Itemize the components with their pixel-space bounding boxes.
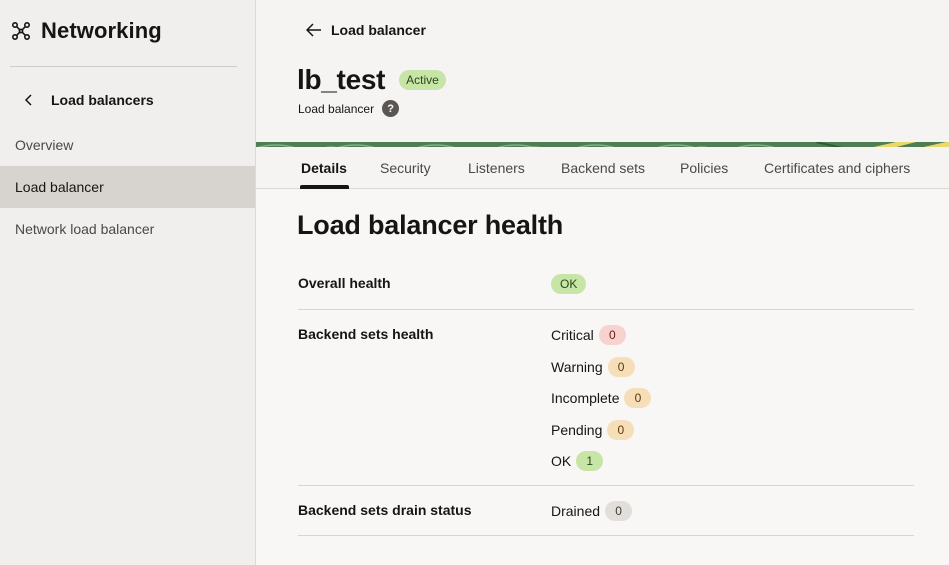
- drained-count-badge: 0: [605, 501, 633, 521]
- back-to-load-balancer-link[interactable]: Load balancer: [306, 22, 426, 38]
- health-item-critical: Critical 0: [551, 325, 626, 345]
- health-item-label: Pending: [551, 422, 603, 438]
- drain-status-label: Backend sets drain status: [298, 502, 472, 518]
- question-circle-icon[interactable]: ?: [382, 100, 400, 117]
- section-title: Load balancer health: [297, 210, 564, 240]
- critical-count-badge: 0: [598, 325, 626, 345]
- health-item-incomplete: Incomplete 0: [551, 388, 652, 408]
- overall-health-badge: OK: [551, 274, 587, 294]
- status-badge: Active: [399, 70, 446, 90]
- brand: Networking: [11, 18, 162, 44]
- row-divider: [298, 309, 914, 310]
- drain-status-value: Drained 0: [551, 501, 633, 521]
- pending-count-badge: 0: [607, 420, 635, 440]
- overall-health-label: Overall health: [298, 275, 391, 291]
- drain-item-label: Drained: [551, 503, 601, 519]
- tab-bar: Details Security Listeners Backend sets …: [256, 147, 949, 189]
- sidebar-item-network-load-balancer[interactable]: Network load balancer: [0, 208, 255, 250]
- backend-sets-health-label: Backend sets health: [298, 326, 434, 342]
- incomplete-count-badge: 0: [624, 388, 652, 408]
- health-item-label: Incomplete: [551, 390, 620, 406]
- sidebar-item-load-balancer[interactable]: Load balancer: [0, 166, 255, 208]
- health-item-label: Warning: [551, 359, 603, 375]
- chevron-left-icon: [24, 94, 32, 106]
- subtitle-row: Load balancer ?: [298, 100, 400, 117]
- tab-certificates-and-ciphers[interactable]: Certificates and ciphers: [764, 160, 910, 176]
- health-item-warning: Warning 0: [551, 357, 635, 377]
- health-item-pending: Pending 0: [551, 420, 635, 440]
- sidebar-divider: [10, 66, 237, 67]
- row-divider: [298, 485, 914, 486]
- page-title: lb_test: [297, 64, 386, 95]
- page-subtitle: Load balancer: [298, 101, 375, 116]
- sidebar-back-label: Load balancers: [51, 92, 154, 108]
- overall-health-value: OK: [551, 274, 587, 294]
- network-nodes-icon: [11, 21, 31, 41]
- health-item-label: OK: [551, 453, 572, 469]
- tab-details[interactable]: Details: [301, 160, 347, 176]
- title-row: lb_test Active: [297, 64, 446, 96]
- health-item-ok: OK 1: [551, 451, 604, 471]
- active-tab-indicator: [300, 185, 349, 189]
- tab-policies[interactable]: Policies: [680, 160, 728, 176]
- sidebar: Networking Load balancers Overview Load …: [0, 0, 256, 565]
- warning-count-badge: 0: [607, 357, 635, 377]
- health-item-label: Critical: [551, 327, 594, 343]
- sidebar-title: Networking: [41, 18, 162, 43]
- tab-listeners[interactable]: Listeners: [468, 160, 525, 176]
- arrow-left-icon: [306, 23, 321, 37]
- sidebar-back-link[interactable]: Load balancers: [22, 92, 154, 108]
- row-divider: [298, 535, 914, 536]
- back-link-label: Load balancer: [331, 22, 426, 38]
- tab-backend-sets[interactable]: Backend sets: [561, 160, 645, 176]
- tab-security[interactable]: Security: [380, 160, 431, 176]
- sidebar-item-overview[interactable]: Overview: [0, 124, 255, 166]
- ok-count-badge: 1: [576, 451, 604, 471]
- decorative-banner: [256, 138, 949, 147]
